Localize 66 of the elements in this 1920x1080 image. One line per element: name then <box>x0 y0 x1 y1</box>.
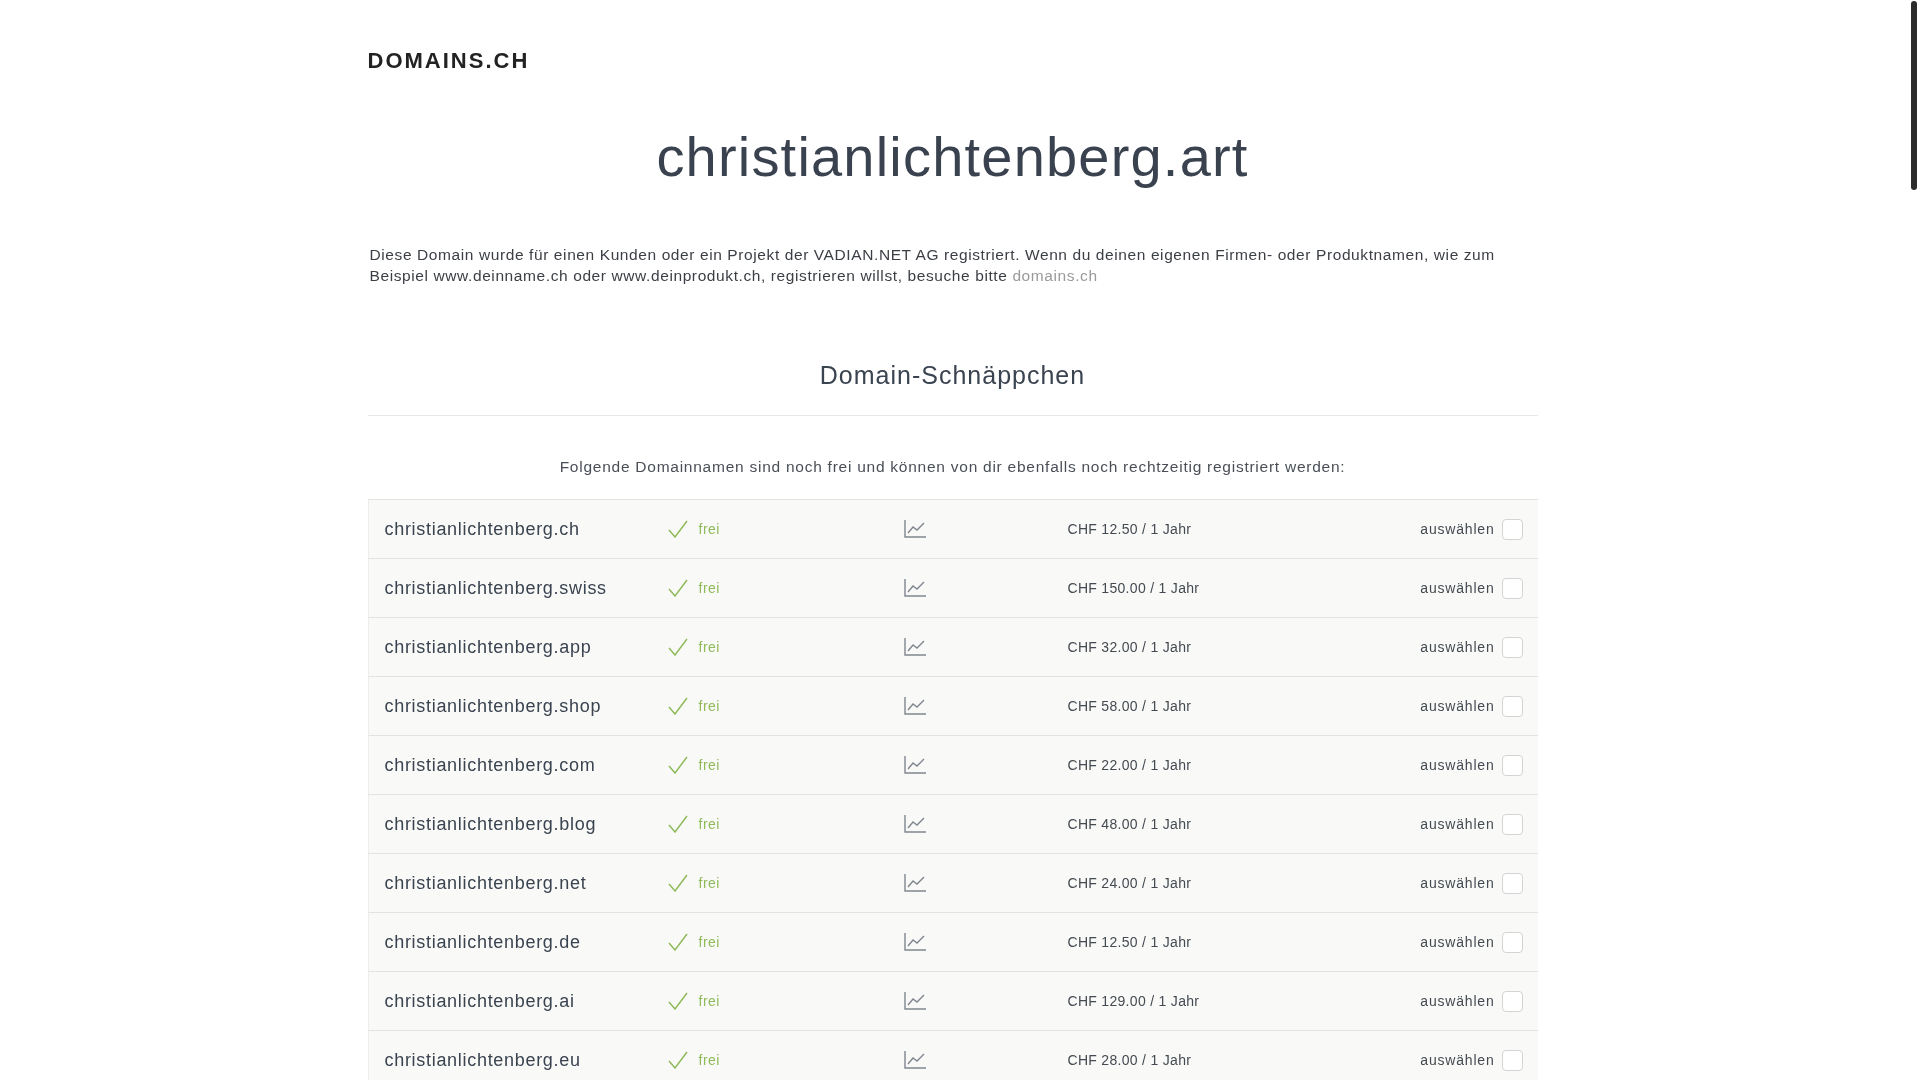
intro-paragraph: Diese Domain wurde für einen Kunden oder ein Projekt der VADIAN.NET AG registriert. Wenn du deinen eigenen Firmen- oder Produktnamen, wie zum Beispiel www.deinname.ch oder www.deinprodukt.ch, registrieren willst, besuche bitte domains.ch <box>369 245 1496 286</box>
checkbox[interactable] <box>1501 754 1523 776</box>
price-text: CHF 12.50 / 1 Jahr <box>1067 933 1192 951</box>
checkbox[interactable] <box>1501 872 1523 894</box>
status-label: frei <box>698 520 720 538</box>
line-chart-icon[interactable] <box>903 520 926 538</box>
checkbox[interactable] <box>1501 990 1523 1012</box>
line-chart-icon[interactable] <box>903 815 926 833</box>
scrollbar-thumb[interactable] <box>1911 1 1917 190</box>
domain-name: christianlichtenberg.shop <box>384 695 602 717</box>
status-label: frei <box>698 933 720 951</box>
status-label: frei <box>698 579 720 597</box>
domain-name: christianlichtenberg.swiss <box>384 577 607 599</box>
domain-name: christianlichtenberg.com <box>384 754 596 776</box>
domain-title: christianlichtenberg.art <box>656 125 1249 189</box>
checkbox[interactable] <box>1501 931 1523 953</box>
select-label[interactable]: auswählen <box>1420 756 1495 774</box>
status-label: frei <box>698 874 720 892</box>
status-label: frei <box>698 1051 720 1069</box>
status-label: frei <box>698 638 720 656</box>
select-label[interactable]: auswählen <box>1420 579 1495 597</box>
status-label: frei <box>698 815 720 833</box>
logo[interactable]: DOMAINS.CH <box>367 48 530 74</box>
price-text: CHF 22.00 / 1 Jahr <box>1067 756 1192 774</box>
line-chart-icon[interactable] <box>903 992 926 1010</box>
select-label[interactable]: auswählen <box>1420 815 1495 833</box>
price-text: CHF 32.00 / 1 Jahr <box>1067 638 1192 656</box>
checkbox[interactable] <box>1501 518 1523 540</box>
status-label: frei <box>698 756 720 774</box>
status-label: frei <box>698 697 720 715</box>
line-chart-icon[interactable] <box>903 638 926 656</box>
domain-name: christianlichtenberg.ai <box>384 990 575 1012</box>
price-text: CHF 150.00 / 1 Jahr <box>1067 579 1200 597</box>
domain-name: christianlichtenberg.app <box>384 636 592 658</box>
line-chart-icon[interactable] <box>903 933 926 951</box>
select-label[interactable]: auswählen <box>1420 874 1495 892</box>
price-text: CHF 48.00 / 1 Jahr <box>1067 815 1192 833</box>
domain-name: christianlichtenberg.blog <box>384 813 597 835</box>
select-label[interactable]: auswählen <box>1420 933 1495 951</box>
checkbox[interactable] <box>1501 695 1523 717</box>
select-label[interactable]: auswählen <box>1420 1051 1495 1069</box>
domain-name: christianlichtenberg.net <box>384 872 587 894</box>
select-label[interactable]: auswählen <box>1420 638 1495 656</box>
line-chart-icon[interactable] <box>903 579 926 597</box>
price-text: CHF 129.00 / 1 Jahr <box>1067 992 1200 1010</box>
select-label[interactable]: auswählen <box>1420 697 1495 715</box>
price-text: CHF 24.00 / 1 Jahr <box>1067 874 1192 892</box>
price-text: CHF 28.00 / 1 Jahr <box>1067 1051 1192 1069</box>
checkbox[interactable] <box>1501 1049 1523 1071</box>
section-heading: Domain-Schnäppchen <box>819 360 1086 391</box>
select-label[interactable]: auswählen <box>1420 992 1495 1010</box>
price-text: CHF 12.50 / 1 Jahr <box>1067 520 1192 538</box>
domain-name: christianlichtenberg.ch <box>384 518 580 540</box>
line-chart-icon[interactable] <box>903 1051 926 1069</box>
select-label[interactable]: auswählen <box>1420 520 1495 538</box>
line-chart-icon[interactable] <box>903 697 926 715</box>
line-chart-icon[interactable] <box>903 874 926 892</box>
checkbox[interactable] <box>1501 577 1523 599</box>
price-text: CHF 58.00 / 1 Jahr <box>1067 697 1192 715</box>
checkbox[interactable] <box>1501 636 1523 658</box>
checkbox[interactable] <box>1501 813 1523 835</box>
line-chart-icon[interactable] <box>903 756 926 774</box>
status-label: frei <box>698 992 720 1010</box>
domain-name: christianlichtenberg.eu <box>384 1049 581 1071</box>
section-lead: Folgende Domainnamen sind noch frei und können von dir ebenfalls noch rechtzeitig registriert werden: <box>559 457 1346 477</box>
domain-name: christianlichtenberg.de <box>384 931 581 953</box>
